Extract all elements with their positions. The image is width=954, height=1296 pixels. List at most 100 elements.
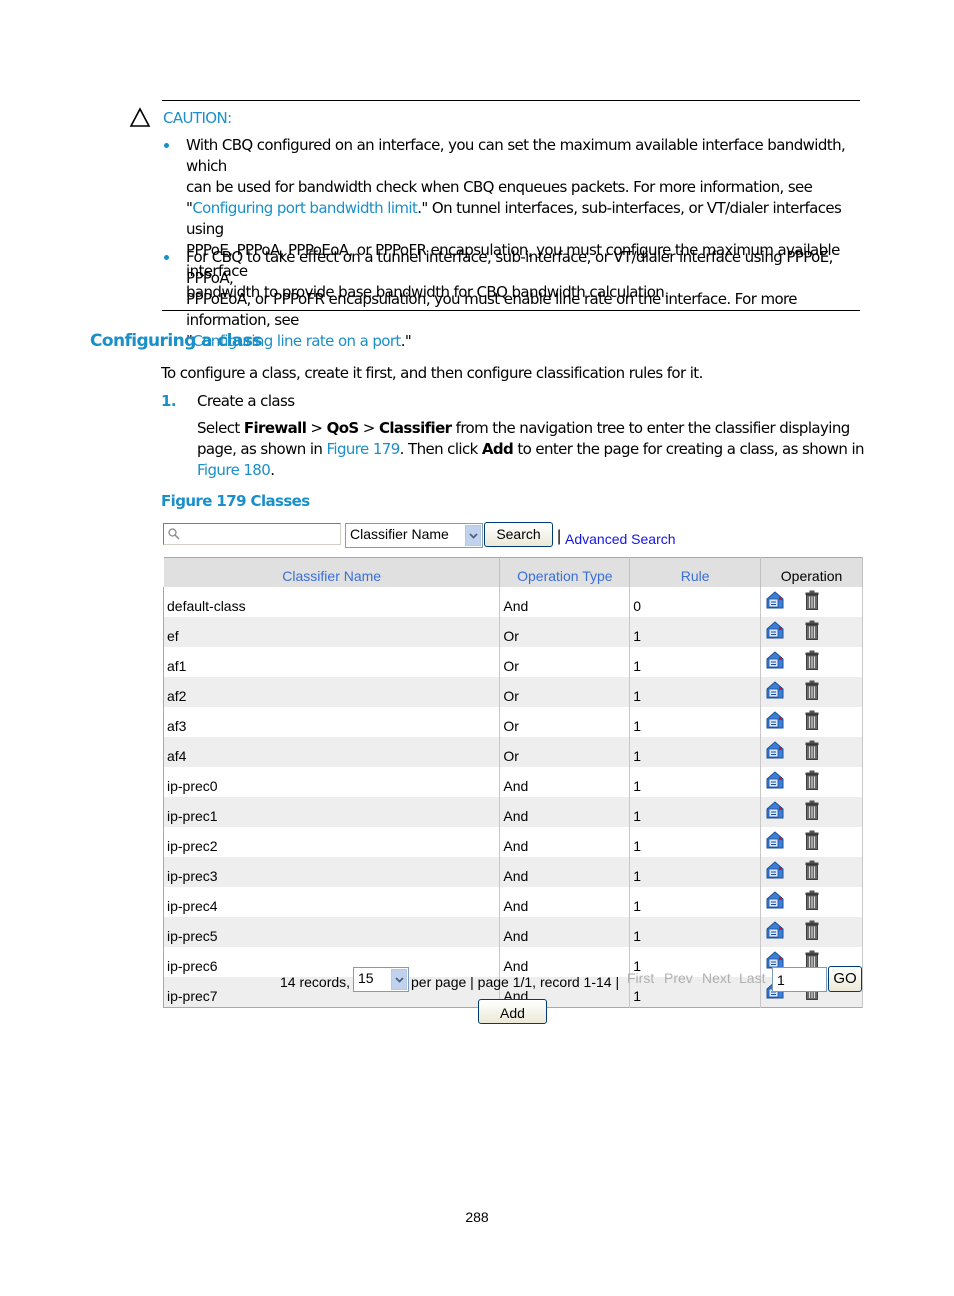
edit-details-icon[interactable] <box>765 801 785 822</box>
chevron-down-icon[interactable] <box>391 969 407 990</box>
cell-operation-type: Or <box>499 707 631 737</box>
first-page-link[interactable]: First <box>627 970 654 986</box>
edit-details-icon[interactable] <box>765 831 785 852</box>
text-fragment: to enter the page for creating a class, … <box>513 440 864 458</box>
chevron-down-icon[interactable] <box>465 525 481 546</box>
next-page-link[interactable]: Next <box>702 970 731 986</box>
edit-details-icon[interactable] <box>765 711 785 732</box>
cell-rule: 1 <box>629 647 762 677</box>
cell-rule: 0 <box>629 587 762 617</box>
cell-classifier-name: af3 <box>163 707 501 737</box>
cell-operation <box>760 677 863 707</box>
column-header-operation-type[interactable]: Operation Type <box>499 557 631 587</box>
trash-icon[interactable] <box>805 650 819 673</box>
search-input[interactable] <box>163 523 341 545</box>
cell-rule: 1 <box>629 887 762 917</box>
table-row: ip-prec0 And 1 <box>163 767 863 797</box>
text-fragment: > <box>358 419 379 437</box>
cell-operation <box>760 797 863 827</box>
cell-classifier-name: ip-prec2 <box>163 827 501 857</box>
cell-classifier-name: ip-prec4 <box>163 887 501 917</box>
section-intro: To configure a class, create it first, a… <box>161 364 703 382</box>
edit-details-icon[interactable] <box>765 741 785 762</box>
cell-operation <box>760 857 863 887</box>
cell-classifier-name: af4 <box>163 737 501 767</box>
cell-rule: 1 <box>629 917 762 947</box>
table-row: ip-prec3 And 1 <box>163 857 863 887</box>
link-figure-179[interactable]: Figure 179 <box>326 440 400 458</box>
table-row: default-class And 0 <box>163 587 863 617</box>
trash-icon[interactable] <box>805 920 819 943</box>
step-number: 1. <box>161 392 177 410</box>
per-page-select[interactable]: 15 <box>353 967 409 992</box>
table-row: af4 Or 1 <box>163 737 863 767</box>
advanced-search-link[interactable]: Advanced Search <box>565 531 676 547</box>
text-fragment: > <box>306 419 327 437</box>
records-count: 14 records, <box>280 974 351 990</box>
trash-icon[interactable] <box>805 710 819 733</box>
table-row: ip-prec1 And 1 <box>163 797 863 827</box>
cell-operation <box>760 647 863 677</box>
classifier-table: Classifier Name Operation Type Rule Oper… <box>162 557 863 1008</box>
table-row: af3 Or 1 <box>163 707 863 737</box>
cell-operation <box>760 767 863 797</box>
bullet-dot <box>164 143 169 148</box>
edit-details-icon[interactable] <box>765 921 785 942</box>
trash-icon[interactable] <box>805 770 819 793</box>
edit-details-icon[interactable] <box>765 621 785 642</box>
trash-icon[interactable] <box>805 590 819 613</box>
table-row: ip-prec4 And 1 <box>163 887 863 917</box>
caution-label: CAUTION: <box>163 109 232 127</box>
text-line: "Configuring line rate on a port." <box>186 331 862 352</box>
page-number: 288 <box>465 1209 489 1225</box>
text-line: can be used for bandwidth check when CBQ… <box>186 178 813 196</box>
trash-icon[interactable] <box>805 860 819 883</box>
trash-icon[interactable] <box>805 830 819 853</box>
cell-rule: 1 <box>629 707 762 737</box>
caution-bottom-rule <box>162 310 860 311</box>
cell-rule: 1 <box>629 617 762 647</box>
cell-rule: 1 <box>629 737 762 767</box>
search-icon <box>167 527 181 544</box>
last-page-link[interactable]: Last <box>739 970 765 986</box>
edit-details-icon[interactable] <box>765 891 785 912</box>
cell-classifier-name: default-class <box>163 587 501 617</box>
step-body: Select Firewall > QoS > Classifier from … <box>197 418 867 481</box>
text-line: For CBQ to take effect on a tunnel inter… <box>186 248 833 287</box>
add-button[interactable]: Add <box>478 999 547 1024</box>
table-header-row: Classifier Name Operation Type Rule Oper… <box>162 557 863 587</box>
trash-icon[interactable] <box>805 890 819 913</box>
cell-classifier-name: ip-prec5 <box>163 917 501 947</box>
edit-details-icon[interactable] <box>765 591 785 612</box>
cell-classifier-name: ip-prec1 <box>163 797 501 827</box>
edit-details-icon[interactable] <box>765 681 785 702</box>
search-button[interactable]: Search <box>484 522 553 547</box>
prev-page-link[interactable]: Prev <box>664 970 693 986</box>
edit-details-icon[interactable] <box>765 651 785 672</box>
column-header-classifier-name[interactable]: Classifier Name <box>162 557 501 587</box>
page-number-input[interactable]: 1 <box>772 967 827 992</box>
table-row: ef Or 1 <box>163 617 863 647</box>
trash-icon[interactable] <box>805 680 819 703</box>
cell-operation <box>760 887 863 917</box>
search-field-select[interactable]: Classifier Name <box>345 523 483 548</box>
caution-top-rule <box>162 100 860 101</box>
edit-details-icon[interactable] <box>765 861 785 882</box>
go-button[interactable]: GO <box>828 966 862 992</box>
trash-icon[interactable] <box>805 740 819 763</box>
separator: | <box>557 528 562 545</box>
text-fragment: ." <box>400 332 412 350</box>
cell-operation <box>760 617 863 647</box>
trash-icon[interactable] <box>805 620 819 643</box>
link-configuring-port-bandwidth-limit[interactable]: Configuring port bandwidth limit <box>192 199 418 217</box>
trash-icon[interactable] <box>805 800 819 823</box>
column-header-rule[interactable]: Rule <box>629 557 762 587</box>
cell-classifier-name: ip-prec6 <box>163 947 501 977</box>
cell-classifier-name: ip-prec0 <box>163 767 501 797</box>
text-line: With CBQ configured on an interface, you… <box>186 136 846 175</box>
cell-rule: 1 <box>629 827 762 857</box>
edit-details-icon[interactable] <box>765 771 785 792</box>
link-figure-180[interactable]: Figure 180 <box>197 461 271 479</box>
cell-rule: 1 <box>629 767 762 797</box>
cell-operation-type: And <box>499 857 631 887</box>
